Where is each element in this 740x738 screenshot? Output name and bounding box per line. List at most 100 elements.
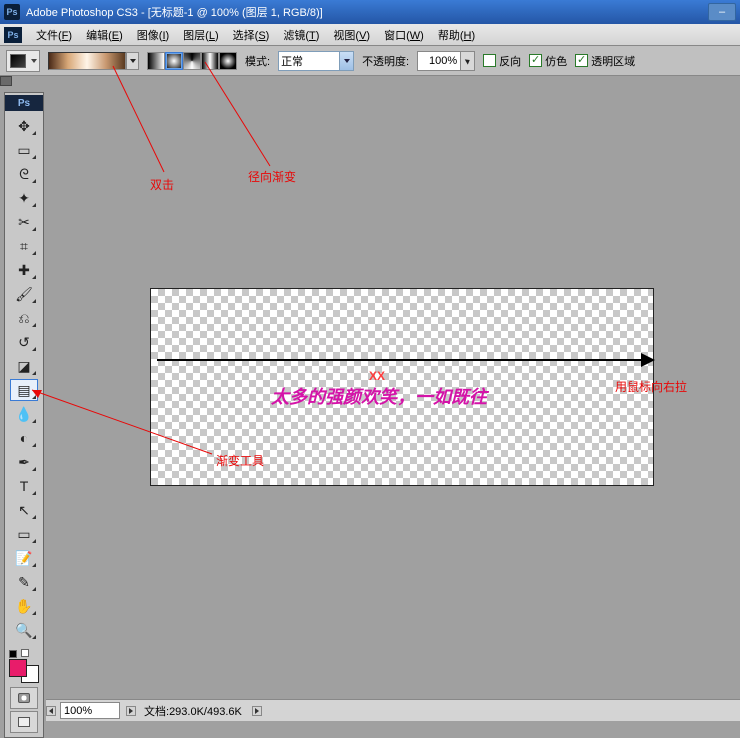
tool-palette: Ps ✥▭ᘓ✦✂⌗✚🖌⎌↺◪▤💧◐✒T↖▭📝✎✋🔍 xyxy=(4,92,44,738)
checkbox-icon: ✓ xyxy=(529,54,542,67)
flyout-corner-icon xyxy=(32,155,36,159)
checkbox-icon xyxy=(483,54,496,67)
gradient-swatch[interactable] xyxy=(48,52,126,70)
eraser-tool[interactable]: ◪ xyxy=(10,355,38,377)
gradient-diamond-icon[interactable] xyxy=(219,52,237,70)
eyedropper-tool[interactable]: ✎ xyxy=(10,571,38,593)
pen-tool[interactable]: ✒ xyxy=(10,451,38,473)
stamp-tool-icon: ⎌ xyxy=(18,310,29,327)
flyout-corner-icon xyxy=(32,251,36,255)
brush-tool[interactable]: 🖌 xyxy=(10,283,38,305)
mode-label: 模式: xyxy=(245,53,270,69)
hand-tool[interactable]: ✋ xyxy=(10,595,38,617)
menu-window[interactable]: 窗口(W) xyxy=(380,25,428,45)
lasso-tool[interactable]: ᘓ xyxy=(10,163,38,185)
menu-edit[interactable]: 编辑(E) xyxy=(82,25,127,45)
menu-filter[interactable]: 滤镜(T) xyxy=(279,25,323,45)
menu-file[interactable]: 文件(F) xyxy=(32,25,76,45)
app-icon: Ps xyxy=(4,4,20,20)
screen-mode-button[interactable] xyxy=(10,711,38,733)
flyout-corner-icon xyxy=(32,611,36,615)
flyout-corner-icon xyxy=(32,323,36,327)
gradient-picker-dropdown[interactable] xyxy=(126,52,139,70)
menu-select[interactable]: 选择(S) xyxy=(229,25,274,45)
gradient-tool[interactable]: ▤ xyxy=(10,379,38,401)
tool-preset-picker[interactable] xyxy=(6,50,40,72)
flyout-corner-icon xyxy=(32,275,36,279)
window-title: Adobe Photoshop CS3 - [无标题-1 @ 100% (图层 … xyxy=(26,4,323,20)
palette-rail[interactable] xyxy=(0,76,12,88)
slice-tool-icon: ⌗ xyxy=(20,238,28,255)
gradient-linear-icon[interactable] xyxy=(147,52,165,70)
reverse-checkbox[interactable]: 反向 xyxy=(483,53,521,69)
brush-tool-icon: 🖌 xyxy=(15,286,33,303)
statusbar-flyout-icon[interactable] xyxy=(126,706,136,716)
checkbox-icon: ✓ xyxy=(575,54,588,67)
path-select-tool-icon: ↖ xyxy=(18,502,30,519)
slice-tool[interactable]: ⌗ xyxy=(10,235,38,257)
annotation-drag-right: 用鼠标向右拉 xyxy=(615,378,687,395)
menu-layer[interactable]: 图层(L) xyxy=(179,25,222,45)
notes-tool[interactable]: 📝 xyxy=(10,547,38,569)
flyout-corner-icon xyxy=(32,227,36,231)
swap-default-colors[interactable] xyxy=(9,645,39,655)
flyout-corner-icon xyxy=(32,203,36,207)
opacity-label: 不透明度: xyxy=(362,53,409,69)
flyout-corner-icon xyxy=(32,371,36,375)
stamp-tool[interactable]: ⎌ xyxy=(10,307,38,329)
gradient-angle-icon[interactable] xyxy=(183,52,201,70)
type-tool[interactable]: T xyxy=(10,475,38,497)
dither-checkbox[interactable]: ✓ 仿色 xyxy=(529,53,567,69)
eyedropper-tool-icon: ✎ xyxy=(18,574,30,591)
blur-tool[interactable]: 💧 xyxy=(10,403,38,425)
foreground-swatch[interactable] xyxy=(9,659,27,677)
shape-tool[interactable]: ▭ xyxy=(10,523,38,545)
blend-mode-select[interactable]: 正常 xyxy=(278,51,354,71)
healing-tool-icon: ✚ xyxy=(18,262,30,279)
color-well[interactable] xyxy=(9,659,39,683)
dodge-tool[interactable]: ◐ xyxy=(10,427,38,449)
status-bar: 100% 文档:293.0K/493.6K xyxy=(46,699,740,721)
statusbar-leading-icon[interactable] xyxy=(46,706,56,716)
wand-tool[interactable]: ✦ xyxy=(10,187,38,209)
gradient-reflected-icon[interactable] xyxy=(201,52,219,70)
opacity-input[interactable] xyxy=(418,52,460,70)
dodge-tool-icon: ◐ xyxy=(20,430,28,446)
zoom-level-field[interactable]: 100% xyxy=(60,702,120,719)
move-tool[interactable]: ✥ xyxy=(10,115,38,137)
flyout-corner-icon xyxy=(32,491,36,495)
opacity-flyout-icon[interactable] xyxy=(460,52,474,70)
doc-size-label: 文档:293.0K/493.6K xyxy=(138,703,248,719)
hand-tool-icon: ✋ xyxy=(15,598,32,615)
arrow-right-icon xyxy=(641,353,655,367)
healing-tool[interactable]: ✚ xyxy=(10,259,38,281)
eraser-tool-icon: ◪ xyxy=(17,358,30,375)
flyout-corner-icon xyxy=(32,515,36,519)
gradient-drag-line xyxy=(157,359,651,361)
quickmask-toggle[interactable] xyxy=(10,687,38,709)
minimize-button[interactable]: – xyxy=(708,3,736,21)
marquee-tool-icon: ▭ xyxy=(17,142,30,159)
flyout-corner-icon xyxy=(32,443,36,447)
opacity-field[interactable] xyxy=(417,51,475,71)
gradient-radial-icon[interactable] xyxy=(165,52,183,70)
menu-view[interactable]: 视图(V) xyxy=(329,25,374,45)
statusbar-menu-icon[interactable] xyxy=(252,706,262,716)
flyout-corner-icon xyxy=(32,635,36,639)
move-tool-icon: ✥ xyxy=(18,118,30,135)
marquee-tool[interactable]: ▭ xyxy=(10,139,38,161)
crop-tool[interactable]: ✂ xyxy=(10,211,38,233)
zoom-tool[interactable]: 🔍 xyxy=(10,619,38,641)
menu-help[interactable]: 帮助(H) xyxy=(434,25,479,45)
shape-tool-icon: ▭ xyxy=(17,526,30,543)
menu-image[interactable]: 图像(I) xyxy=(133,25,173,45)
transparency-checkbox[interactable]: ✓ 透明区域 xyxy=(575,53,635,69)
flyout-corner-icon xyxy=(32,467,36,471)
path-select-tool[interactable]: ↖ xyxy=(10,499,38,521)
flyout-corner-icon xyxy=(32,419,36,423)
history-brush-tool-icon: ↺ xyxy=(18,334,30,351)
dither-label: 仿色 xyxy=(545,53,567,69)
canvas-xx-text: XX xyxy=(369,369,385,383)
flyout-corner-icon xyxy=(32,179,36,183)
history-brush-tool[interactable]: ↺ xyxy=(10,331,38,353)
